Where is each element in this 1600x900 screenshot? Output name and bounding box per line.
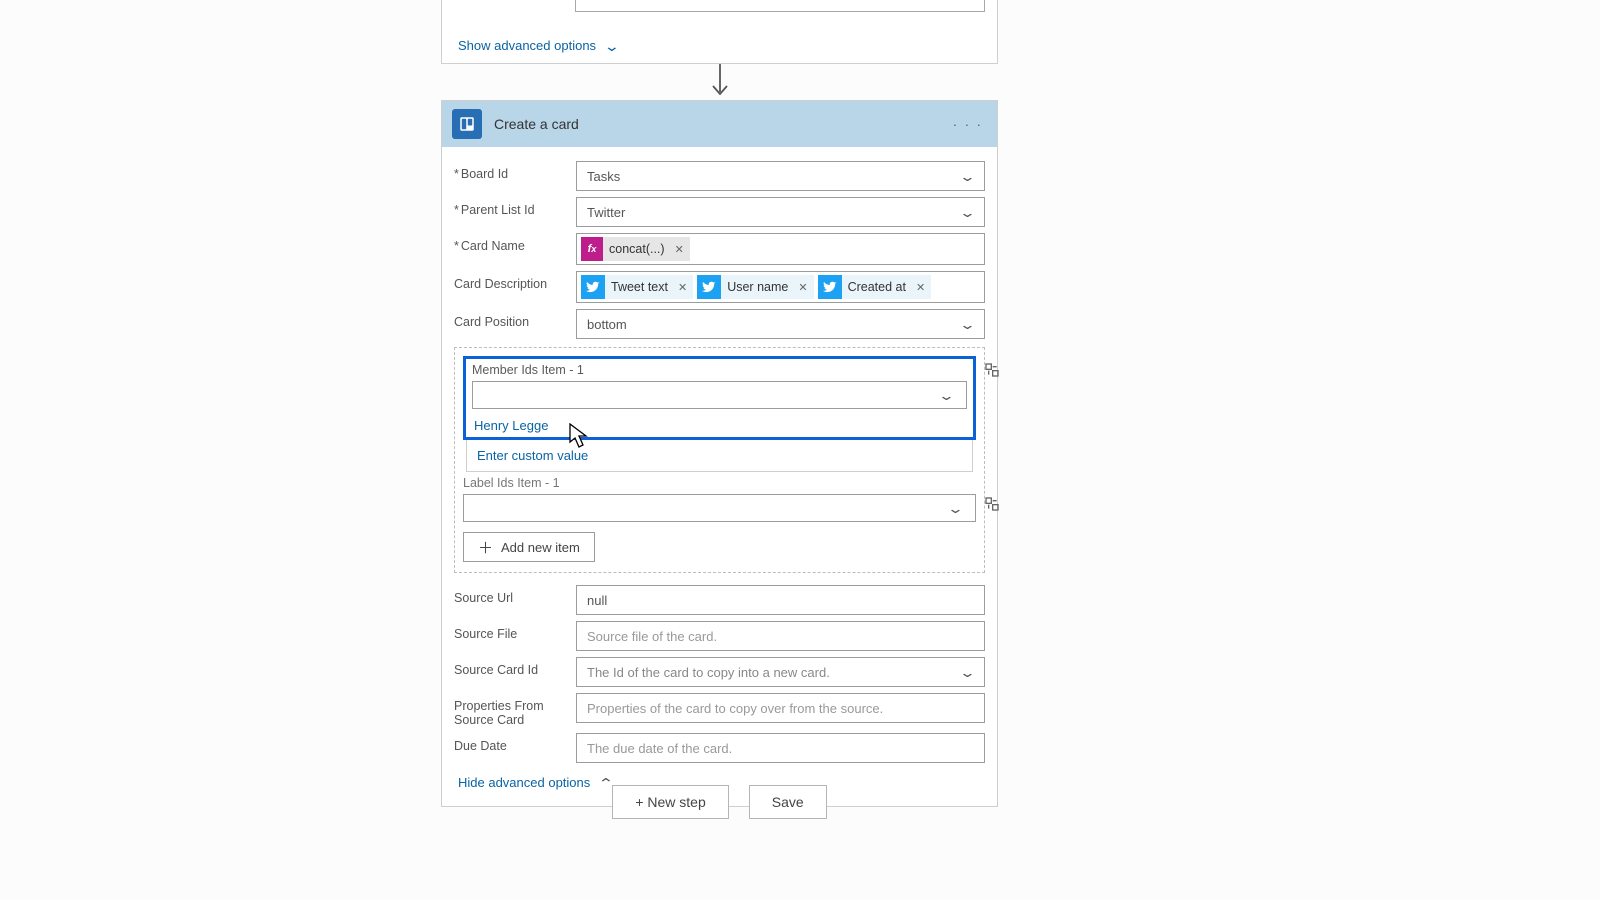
board-id-value: Tasks: [587, 169, 620, 184]
action-header[interactable]: Create a card · · ·: [442, 101, 997, 147]
array-item-group: Member Ids Item - 1 ⌄ Henry Legge: [454, 347, 985, 573]
twitter-icon: [818, 275, 842, 299]
props-from-source-label: Properties From Source Card: [454, 693, 572, 727]
dynamic-token-tweet-text[interactable]: Tweet text ✕: [581, 275, 693, 299]
remove-token-icon[interactable]: ✕: [669, 243, 690, 256]
remove-token-icon[interactable]: ✕: [910, 281, 931, 294]
board-id-select[interactable]: Tasks ⌄: [576, 161, 985, 191]
source-url-input[interactable]: null: [576, 585, 985, 615]
board-id-label: Board Id: [454, 161, 572, 181]
toggle-dynamic-content-icon[interactable]: [984, 362, 1000, 381]
source-card-id-label: Source Card Id: [454, 657, 572, 677]
token-label: Tweet text: [605, 280, 672, 294]
show-advanced-options-label: Show advanced options: [458, 38, 596, 53]
card-description-input[interactable]: Tweet text ✕ User name ✕ Created at: [576, 271, 985, 303]
save-label: Save: [772, 794, 804, 810]
twitter-icon: [697, 275, 721, 299]
show-advanced-options-link[interactable]: Show advanced options ⌄: [458, 38, 618, 53]
member-ids-item: Member Ids Item - 1 ⌄ Henry Legge: [463, 356, 976, 440]
dropdown-option-custom[interactable]: Enter custom value: [466, 440, 973, 472]
dynamic-token-created-at[interactable]: Created at ✕: [818, 275, 932, 299]
source-file-label: Source File: [454, 621, 572, 641]
twitter-icon: [581, 275, 605, 299]
expression-token[interactable]: fx concat(...) ✕: [581, 237, 690, 261]
card-name-label: Card Name: [454, 233, 572, 253]
previous-input-stub: [575, 0, 985, 12]
remove-token-icon[interactable]: ✕: [792, 281, 813, 294]
chevron-down-icon: ⌄: [959, 169, 976, 185]
fx-icon: fx: [581, 237, 603, 261]
chevron-down-icon: ⌄: [947, 501, 964, 517]
dynamic-token-user-name[interactable]: User name ✕: [697, 275, 813, 299]
dropdown-option-person[interactable]: Henry Legge: [474, 418, 548, 433]
due-date-input[interactable]: The due date of the card.: [576, 733, 985, 763]
parent-list-label: Parent List Id: [454, 197, 572, 217]
chevron-down-icon: ⌄: [959, 665, 976, 681]
token-label: Created at: [842, 280, 910, 294]
add-new-item-button[interactable]: ＋ Add new item: [463, 532, 595, 562]
parent-list-select[interactable]: Twitter ⌄: [576, 197, 985, 227]
label-ids-label: Label Ids Item - 1: [463, 476, 976, 490]
props-from-source-input[interactable]: Properties of the card to copy over from…: [576, 693, 985, 723]
token-label: User name: [721, 280, 792, 294]
card-position-select[interactable]: bottom ⌄: [576, 309, 985, 339]
chevron-down-icon: ⌄: [938, 388, 955, 404]
save-button[interactable]: Save: [749, 785, 827, 819]
create-card-action: Create a card · · · Board Id Tasks ⌄: [441, 100, 998, 807]
source-url-label: Source Url: [454, 585, 572, 605]
flow-arrow-down-icon: [441, 64, 998, 100]
parent-list-value: Twitter: [587, 205, 625, 220]
card-name-input[interactable]: fx concat(...) ✕: [576, 233, 985, 265]
plus-icon: ＋: [478, 537, 493, 558]
label-ids-select[interactable]: ⌄: [463, 494, 976, 522]
action-title: Create a card: [494, 116, 937, 132]
source-file-placeholder: Source file of the card.: [587, 629, 717, 644]
card-description-label: Card Description: [454, 271, 572, 291]
trello-icon: [452, 109, 482, 139]
member-ids-label: Member Ids Item - 1: [472, 363, 967, 377]
card-position-label: Card Position: [454, 309, 572, 329]
token-label: concat(...): [603, 242, 669, 256]
source-card-id-select[interactable]: The Id of the card to copy into a new ca…: [576, 657, 985, 687]
source-url-value: null: [587, 593, 607, 608]
due-date-label: Due Date: [454, 733, 572, 753]
chevron-down-icon: ⌄: [959, 205, 976, 221]
new-step-label: + New step: [635, 794, 705, 810]
card-position-value: bottom: [587, 317, 627, 332]
add-new-item-label: Add new item: [501, 540, 580, 555]
source-card-id-placeholder: The Id of the card to copy into a new ca…: [587, 665, 830, 680]
action-menu-button[interactable]: · · ·: [949, 117, 987, 132]
remove-token-icon[interactable]: ✕: [672, 281, 693, 294]
due-date-placeholder: The due date of the card.: [587, 741, 732, 756]
new-step-button[interactable]: + New step: [612, 785, 728, 819]
source-file-input[interactable]: Source file of the card.: [576, 621, 985, 651]
previous-action-card: Show advanced options ⌄: [441, 0, 998, 64]
chevron-down-icon: ⌄: [604, 39, 620, 53]
props-from-source-placeholder: Properties of the card to copy over from…: [587, 701, 883, 716]
member-ids-select[interactable]: ⌄: [472, 381, 967, 409]
chevron-down-icon: ⌄: [959, 317, 976, 333]
toggle-dynamic-content-icon[interactable]: [984, 496, 1000, 515]
